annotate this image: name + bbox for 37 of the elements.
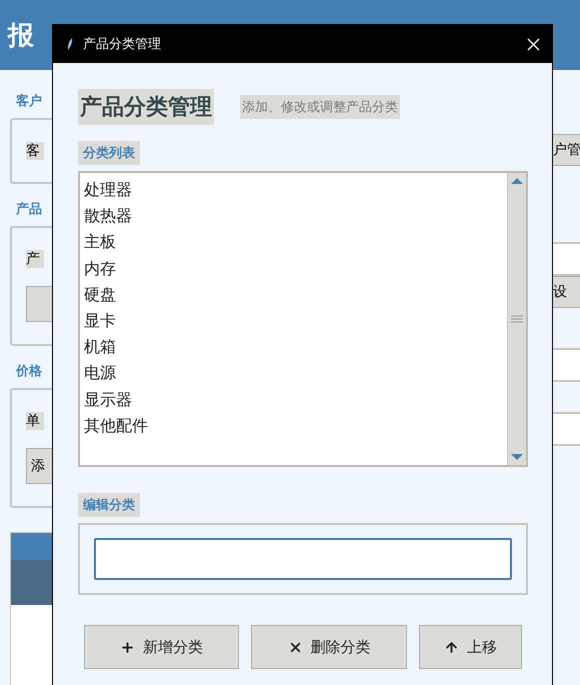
input-field[interactable] <box>552 412 580 446</box>
window-title: 产品分类管理 <box>83 36 162 53</box>
input-field[interactable] <box>552 242 580 276</box>
field-label: 产 <box>26 250 44 268</box>
button[interactable]: 添 <box>26 448 52 484</box>
input-field[interactable] <box>94 538 512 580</box>
list-item[interactable]: 显示器 <box>84 386 503 413</box>
list-item[interactable]: 显卡 <box>84 308 503 334</box>
plus-icon <box>120 640 135 654</box>
grip-icon[interactable] <box>508 314 526 324</box>
list-item[interactable]: 主板 <box>84 229 503 256</box>
dialog-button[interactable]: 新增分类 <box>84 625 239 669</box>
list-item[interactable]: 散热器 <box>84 203 503 230</box>
input-field[interactable] <box>552 348 580 382</box>
section-label: 价格 <box>16 363 43 380</box>
field-label: 单 <box>26 412 44 430</box>
section-label: 编辑分类 <box>78 493 140 517</box>
list-item[interactable]: 其他配件 <box>84 412 503 440</box>
close-icon[interactable] <box>527 38 540 50</box>
list-item[interactable]: 处理器 <box>84 177 503 204</box>
section-label: 分类列表 <box>78 141 140 165</box>
dialog-button[interactable]: 删除分类 <box>251 625 407 669</box>
app-title: 报 <box>8 20 34 52</box>
list-item[interactable]: 内存 <box>84 256 503 282</box>
scrollbar[interactable] <box>507 173 526 465</box>
list-item[interactable]: 机箱 <box>84 334 503 360</box>
button[interactable]: 户管 <box>552 134 580 166</box>
section-label: 产品 <box>16 200 43 218</box>
feather-icon <box>67 38 73 50</box>
dialog-subtitle: 添加、修改或调整产品分类 <box>240 95 400 119</box>
list-item[interactable]: 电源 <box>84 360 503 387</box>
list-item[interactable]: 硬盘 <box>84 282 503 308</box>
section-label: 客户 <box>16 92 43 110</box>
dialog-heading: 产品分类管理 <box>78 89 214 125</box>
dialog-button[interactable]: 上移 <box>419 625 522 669</box>
field-label: 客 <box>26 142 44 160</box>
button[interactable]: 设 <box>552 276 580 308</box>
